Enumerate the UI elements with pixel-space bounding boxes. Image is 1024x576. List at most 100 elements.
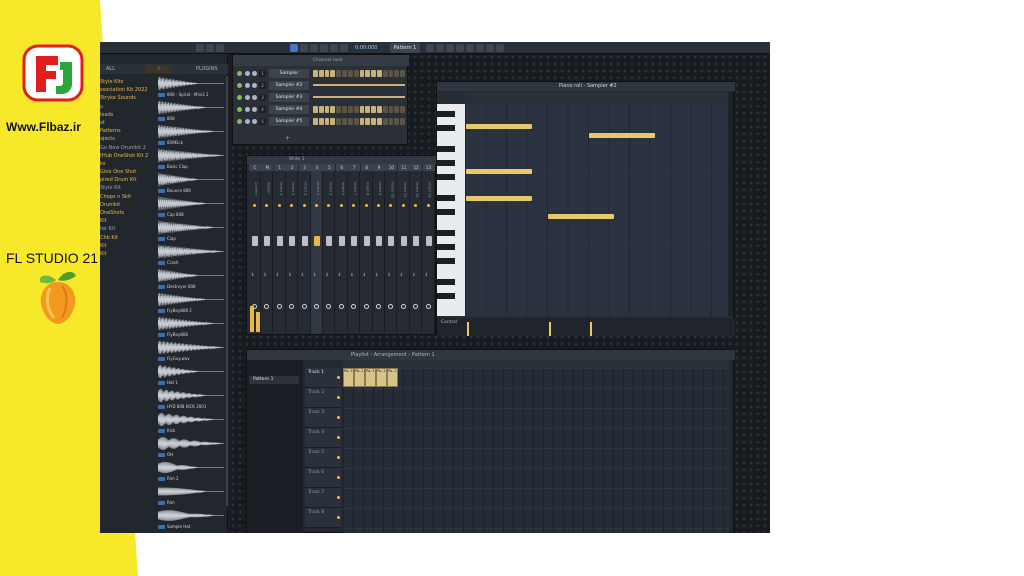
channel-mute-led[interactable]	[237, 71, 242, 76]
folder-item[interactable]: Kit	[100, 217, 156, 225]
mixer-track[interactable]: 7 Insert 7 ↕	[348, 164, 361, 334]
channel-name-button[interactable]: Sampler #2	[269, 81, 309, 90]
step-button[interactable]	[394, 70, 400, 77]
mixer-track-enable-led[interactable]	[401, 204, 405, 207]
channel-mute-led[interactable]	[237, 119, 242, 124]
channel-volume-knob[interactable]	[252, 107, 257, 112]
event-control-label[interactable]: Control	[441, 320, 457, 325]
black-key[interactable]	[437, 111, 455, 117]
browser-tab-all[interactable]: ALL	[106, 65, 115, 73]
sample-item[interactable]: Basic Clap	[158, 148, 226, 170]
step-button[interactable]	[353, 106, 359, 113]
pencil-icon[interactable]	[300, 44, 308, 52]
step-button[interactable]	[388, 118, 394, 125]
mixer-route-arrows[interactable]: ↕	[313, 272, 316, 277]
step-button[interactable]	[336, 118, 342, 125]
mixer-pan-knob[interactable]	[413, 304, 419, 309]
sample-item[interactable]: OH	[158, 436, 226, 458]
step-button[interactable]	[359, 118, 365, 125]
track-mute-led[interactable]	[337, 496, 340, 499]
sample-item[interactable]: HYD 808 KICK 2001	[158, 388, 226, 410]
mixer-pan-knob[interactable]	[301, 304, 307, 309]
step-button[interactable]	[365, 70, 371, 77]
mixer-volume-fader[interactable]	[425, 236, 432, 246]
midi-note[interactable]	[548, 214, 614, 219]
channel-name-button[interactable]: Sampler #4	[269, 105, 309, 114]
folder-item[interactable]: OneShots	[100, 209, 156, 217]
channel-mixer-target[interactable]: 2	[259, 82, 266, 89]
mixer-route-arrows[interactable]: ↕	[263, 272, 266, 277]
track-mute-led[interactable]	[337, 376, 340, 379]
channel-mixer-target[interactable]: 3	[259, 94, 266, 101]
step-button[interactable]	[359, 106, 365, 113]
playlist-icon[interactable]	[426, 44, 434, 52]
mixer-pan-knob[interactable]	[363, 304, 369, 309]
mixer-track[interactable]: 13 Insert 13 ↕	[422, 164, 435, 334]
sample-item[interactable]: Crash	[158, 244, 226, 266]
track-header[interactable]: Track 3	[305, 408, 341, 428]
folder-item[interactable]: Kit	[100, 250, 156, 258]
step-button[interactable]	[313, 106, 318, 113]
channel-pan-knob[interactable]	[245, 95, 250, 100]
mixer-route-arrows[interactable]: ↕	[276, 272, 279, 277]
track-header[interactable]: Track 8	[305, 508, 341, 528]
sample-item[interactable]: Clap	[158, 220, 226, 242]
mixer-volume-fader[interactable]	[338, 236, 345, 246]
track-header[interactable]: Track 6	[305, 468, 341, 488]
mixer-volume-fader[interactable]	[413, 236, 420, 246]
velocity-bar[interactable]	[467, 322, 469, 336]
step-button[interactable]	[382, 106, 388, 113]
help-icon[interactable]	[496, 44, 504, 52]
brush-icon[interactable]	[310, 44, 318, 52]
channel-rack-icon[interactable]	[446, 44, 454, 52]
mixer-volume-fader[interactable]	[326, 236, 333, 246]
mixer-pan-knob[interactable]	[326, 304, 332, 309]
mixer-track[interactable]: 12 Insert 12 ↕	[410, 164, 423, 334]
channel-mixer-target[interactable]: 5	[259, 118, 266, 125]
mixer-route-arrows[interactable]: ↕	[412, 272, 415, 277]
channel-volume-knob[interactable]	[252, 83, 257, 88]
track-mute-led[interactable]	[337, 456, 340, 459]
step-button[interactable]	[330, 118, 336, 125]
piano-keyboard[interactable]	[437, 104, 465, 316]
mixer-track-enable-led[interactable]	[352, 204, 356, 207]
step-button[interactable]	[382, 70, 388, 77]
browser-tab-starred[interactable]: ☆	[146, 65, 172, 73]
mixer-icon[interactable]	[456, 44, 464, 52]
channel-mute-led[interactable]	[237, 83, 242, 88]
note-grid[interactable]	[465, 104, 730, 316]
mixer-route-arrows[interactable]: ↕	[400, 272, 403, 277]
pattern-clip[interactable]: Pa..1	[343, 368, 354, 387]
mixer-route-arrows[interactable]: ↕	[363, 272, 366, 277]
mixer-track-enable-led[interactable]	[339, 204, 343, 207]
black-key[interactable]	[437, 279, 455, 285]
midi-note[interactable]	[466, 169, 532, 174]
folder-item[interactable]: ks	[100, 160, 156, 168]
step-button[interactable]	[359, 70, 365, 77]
piano-roll-titlebar[interactable]: Piano roll - Sampler #2	[437, 82, 735, 91]
tools-icon[interactable]	[486, 44, 494, 52]
step-button[interactable]	[376, 106, 382, 113]
velocity-bar[interactable]	[549, 322, 551, 336]
step-button[interactable]	[353, 118, 359, 125]
black-key[interactable]	[437, 244, 455, 250]
mixer-track[interactable]: 5 Insert 5 ↕	[323, 164, 336, 334]
mixer-track-enable-led[interactable]	[253, 204, 256, 207]
channel-mute-led[interactable]	[237, 95, 242, 100]
mixer-route-arrows[interactable]: ↕	[425, 272, 428, 277]
mixer-route-arrows[interactable]: ↕	[350, 272, 353, 277]
mixer-pan-knob[interactable]	[351, 304, 357, 309]
step-button[interactable]	[365, 106, 371, 113]
step-button[interactable]	[318, 70, 324, 77]
pattern-item[interactable]: Pattern 1	[249, 376, 299, 384]
black-key[interactable]	[437, 174, 455, 180]
channel-graph-line[interactable]	[313, 84, 405, 86]
black-key[interactable]	[437, 160, 455, 166]
folder-item[interactable]: Patterns	[100, 127, 156, 135]
folder-item[interactable]: ot	[100, 119, 156, 127]
step-button[interactable]	[347, 118, 353, 125]
mixer-track-enable-led[interactable]	[389, 204, 393, 207]
pattern-clip[interactable]: Pa..1	[354, 368, 365, 387]
folder-item[interactable]: ter Kit	[100, 225, 156, 233]
browser-scrollbar[interactable]	[226, 76, 228, 506]
